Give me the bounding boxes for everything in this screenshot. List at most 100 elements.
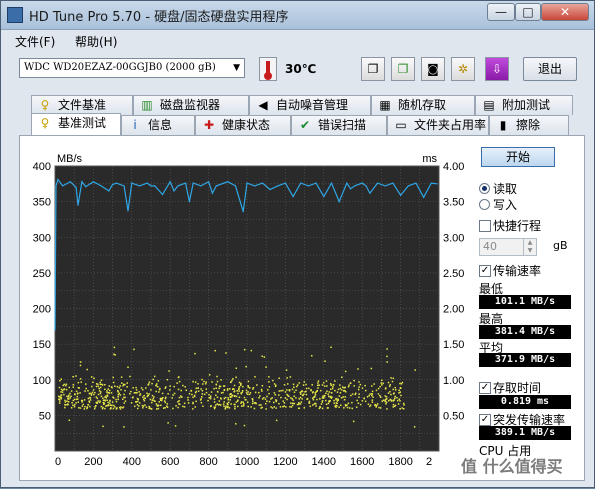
y-tick-label: 350	[33, 197, 51, 209]
access-time-point	[330, 388, 332, 391]
quick-stroke-input[interactable]: 40 ▲ ▼	[479, 238, 537, 256]
start-button[interactable]: 开始	[481, 147, 555, 167]
access-time-point	[285, 406, 287, 408]
access-time-point	[86, 368, 88, 371]
access-time-point	[93, 377, 95, 380]
access-time-point	[92, 389, 95, 391]
access-time-point	[369, 393, 371, 395]
access-time-point	[295, 397, 297, 399]
access-time-point	[316, 398, 318, 401]
access-time-point	[119, 394, 122, 396]
y-tick-label: 250	[33, 268, 51, 280]
access-time-point	[321, 384, 324, 386]
access-time-point	[223, 385, 226, 387]
access-time-point	[106, 394, 109, 396]
access-time-point	[268, 381, 270, 383]
access-time-point	[180, 389, 182, 392]
access-time-point	[385, 403, 387, 405]
access-time-point	[290, 397, 292, 399]
access-time-point	[60, 394, 63, 397]
access-time-point	[148, 405, 150, 408]
access-time-point	[229, 381, 232, 384]
access-time-checkbox[interactable]: ✓	[479, 382, 491, 394]
access-time-point	[313, 396, 316, 398]
access-time-point	[162, 407, 165, 409]
access-time-point	[120, 376, 123, 378]
y2-tick-label: 3.00	[443, 232, 464, 244]
access-time-point	[107, 401, 109, 404]
access-time-point	[341, 386, 344, 388]
transfer-rate-point	[223, 182, 225, 184]
access-time-point	[308, 387, 310, 390]
access-time-point	[289, 405, 291, 408]
access-time-point	[132, 387, 134, 389]
access-time-point	[76, 398, 79, 400]
access-time-point	[332, 384, 335, 386]
read-radio[interactable]	[479, 183, 490, 194]
transfer-rate-point	[184, 182, 187, 184]
transfer-rate-point	[115, 182, 118, 184]
access-time-point	[275, 419, 278, 422]
access-time-point	[71, 401, 73, 404]
access-time-point	[282, 400, 284, 402]
access-time-point	[402, 407, 405, 410]
access-time-point	[72, 383, 75, 386]
access-time-point	[353, 379, 355, 382]
access-time-point	[275, 407, 277, 409]
access-time-point	[386, 355, 388, 358]
access-time-point	[384, 400, 386, 403]
access-time-point	[223, 389, 225, 392]
access-time-point	[175, 405, 177, 407]
access-time-point	[105, 397, 108, 399]
access-time-point	[209, 395, 212, 398]
access-time-point	[280, 396, 282, 399]
transfer-rate-point	[284, 182, 286, 184]
access-time-point	[229, 399, 231, 401]
access-time-point	[260, 404, 262, 406]
transfer-rate-point	[57, 178, 59, 181]
access-time-point	[232, 378, 234, 380]
access-time-point	[235, 423, 237, 425]
transfer-rate-checkbox[interactable]: ✓	[479, 265, 491, 277]
access-time-point	[354, 393, 356, 396]
access-time-point	[210, 391, 213, 393]
access-time-point	[258, 391, 260, 394]
burst-rate-checkbox[interactable]: ✓	[479, 414, 491, 426]
access-time-point	[379, 385, 381, 388]
access-time-point	[79, 407, 82, 409]
access-time-point	[99, 381, 101, 384]
x-tick-label: 800	[199, 456, 217, 468]
access-time-point	[325, 403, 328, 406]
quick-stroke-checkbox[interactable]	[479, 220, 491, 232]
access-time-point	[316, 389, 318, 392]
access-time-point	[245, 392, 248, 394]
access-time-point	[246, 393, 249, 396]
access-time-point	[216, 396, 219, 399]
access-time-point	[381, 379, 383, 382]
spinner-icon[interactable]: ▲ ▼	[523, 239, 536, 255]
transfer-rate-point	[108, 190, 110, 192]
write-radio[interactable]	[479, 199, 490, 210]
access-time-point	[339, 384, 341, 386]
access-time-point	[317, 380, 320, 382]
access-time-point	[278, 377, 280, 380]
access-time-point	[163, 400, 166, 402]
access-time-point	[115, 398, 117, 401]
access-time-point	[166, 378, 169, 381]
access-time-point	[338, 406, 340, 408]
access-time-point	[222, 391, 224, 394]
access-time-point	[286, 389, 288, 391]
access-time-point	[247, 391, 249, 393]
access-time-point	[315, 405, 317, 407]
access-time-point	[218, 400, 221, 402]
access-time-point	[351, 401, 353, 404]
access-time-point	[398, 392, 400, 394]
access-time-point	[248, 393, 251, 396]
access-time-point	[160, 399, 163, 402]
access-time-point	[77, 401, 80, 403]
access-time-point	[305, 387, 308, 390]
access-time-point	[84, 390, 86, 392]
transfer-rate-point	[211, 192, 214, 194]
tab-bottom-0[interactable]: ♀ 基准测试	[31, 113, 121, 135]
transfer-rate-point	[200, 185, 202, 187]
